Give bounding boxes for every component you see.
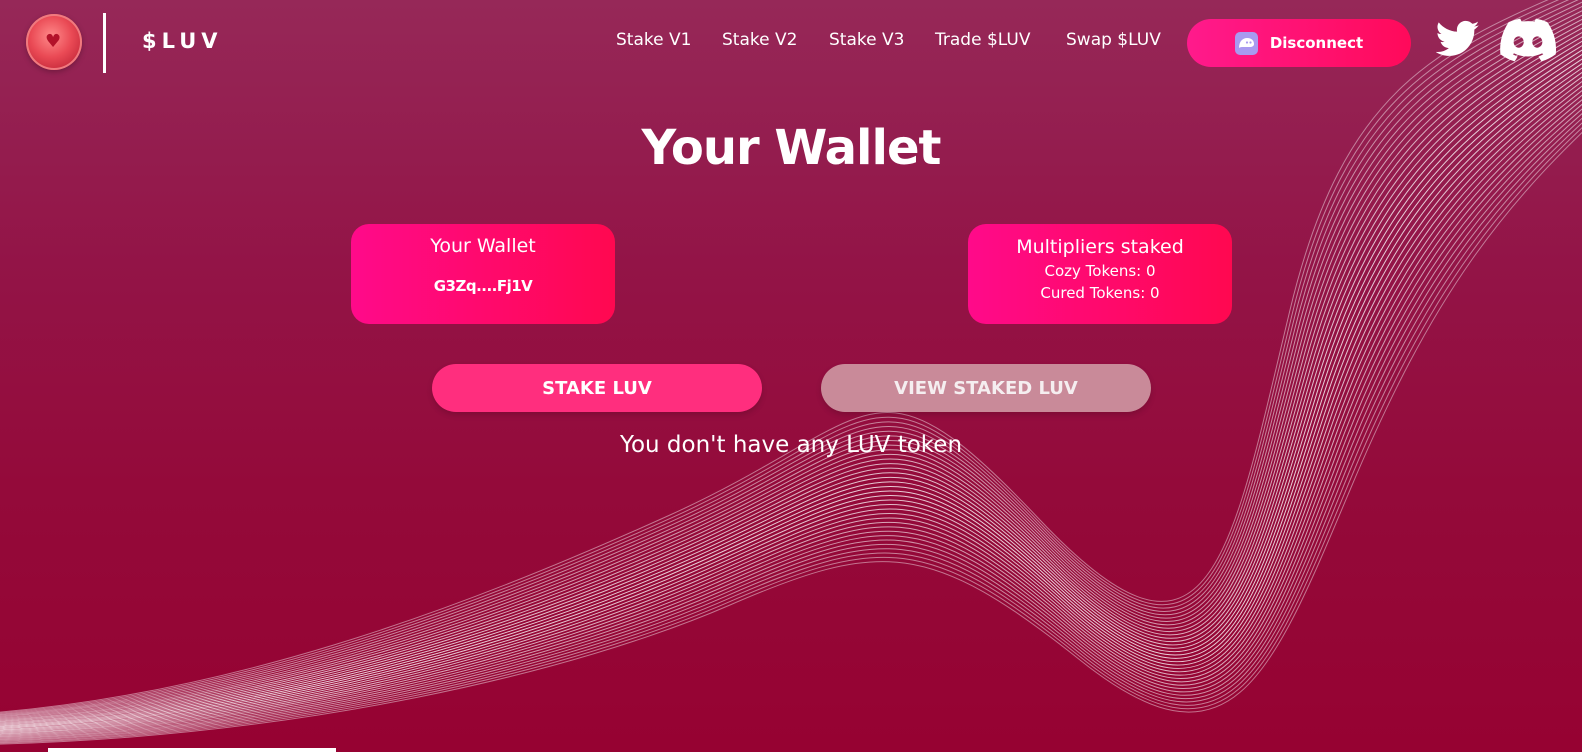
wave-line	[0, 0, 1560, 714]
wave-line	[0, 10, 1582, 719]
view-staked-luv-button[interactable]: VIEW STAKED LUV	[821, 364, 1151, 412]
wave-line	[0, 0, 1570, 715]
wave-line	[0, 5, 1582, 718]
multipliers-card-title: Multipliers staked	[1016, 236, 1184, 258]
luv-logo-icon[interactable]: ♥	[26, 14, 82, 70]
wave-line	[0, 127, 1582, 744]
wave-line	[0, 23, 1582, 722]
wave-line	[0, 36, 1582, 725]
multipliers-card: Multipliers staked Cozy Tokens: 0 Cured …	[968, 224, 1232, 324]
wave-line	[0, 14, 1582, 720]
wave-lines-background	[0, 0, 1582, 745]
wave-line	[0, 45, 1582, 727]
disconnect-button[interactable]: Disconnect	[1187, 19, 1411, 67]
disconnect-label: Disconnect	[1269, 34, 1364, 52]
wallet-card: Your Wallet G3Zq....Fj1V	[351, 224, 615, 324]
discord-icon[interactable]	[1500, 18, 1557, 66]
wave-line	[0, 18, 1582, 721]
wave-line	[0, 0, 1549, 713]
page-title: Your Wallet	[641, 120, 942, 176]
nav-swap-luv[interactable]: Swap $LUV	[1066, 30, 1161, 50]
empty-token-message: You don't have any LUV token	[619, 432, 963, 458]
wave-line	[0, 0, 1579, 716]
twitter-icon[interactable]	[1435, 20, 1480, 62]
wallet-address: G3Zq....Fj1V	[433, 277, 533, 295]
wave-line	[0, 27, 1582, 723]
wave-line	[0, 1, 1582, 717]
cozy-tokens-count: Cozy Tokens: 0	[1044, 262, 1156, 280]
nav-stake-v2[interactable]: Stake V2	[722, 30, 797, 50]
wallet-card-title: Your Wallet	[430, 235, 536, 257]
header-divider	[103, 13, 106, 73]
horizontal-scrollbar[interactable]	[48, 748, 336, 752]
brand-name[interactable]: $LUV	[142, 29, 223, 53]
heart-icon: ♥	[45, 31, 62, 52]
nav-trade-luv[interactable]: Trade $LUV	[935, 30, 1030, 50]
wave-line	[0, 131, 1582, 745]
wave-line	[0, 40, 1582, 726]
cured-tokens-count: Cured Tokens: 0	[1040, 284, 1160, 302]
nav-stake-v3[interactable]: Stake V3	[829, 30, 904, 50]
stake-luv-button[interactable]: STAKE LUV	[432, 364, 762, 412]
wave-line	[0, 31, 1582, 724]
phantom-wallet-icon	[1234, 31, 1258, 55]
nav-stake-v1[interactable]: Stake V1	[616, 30, 691, 50]
